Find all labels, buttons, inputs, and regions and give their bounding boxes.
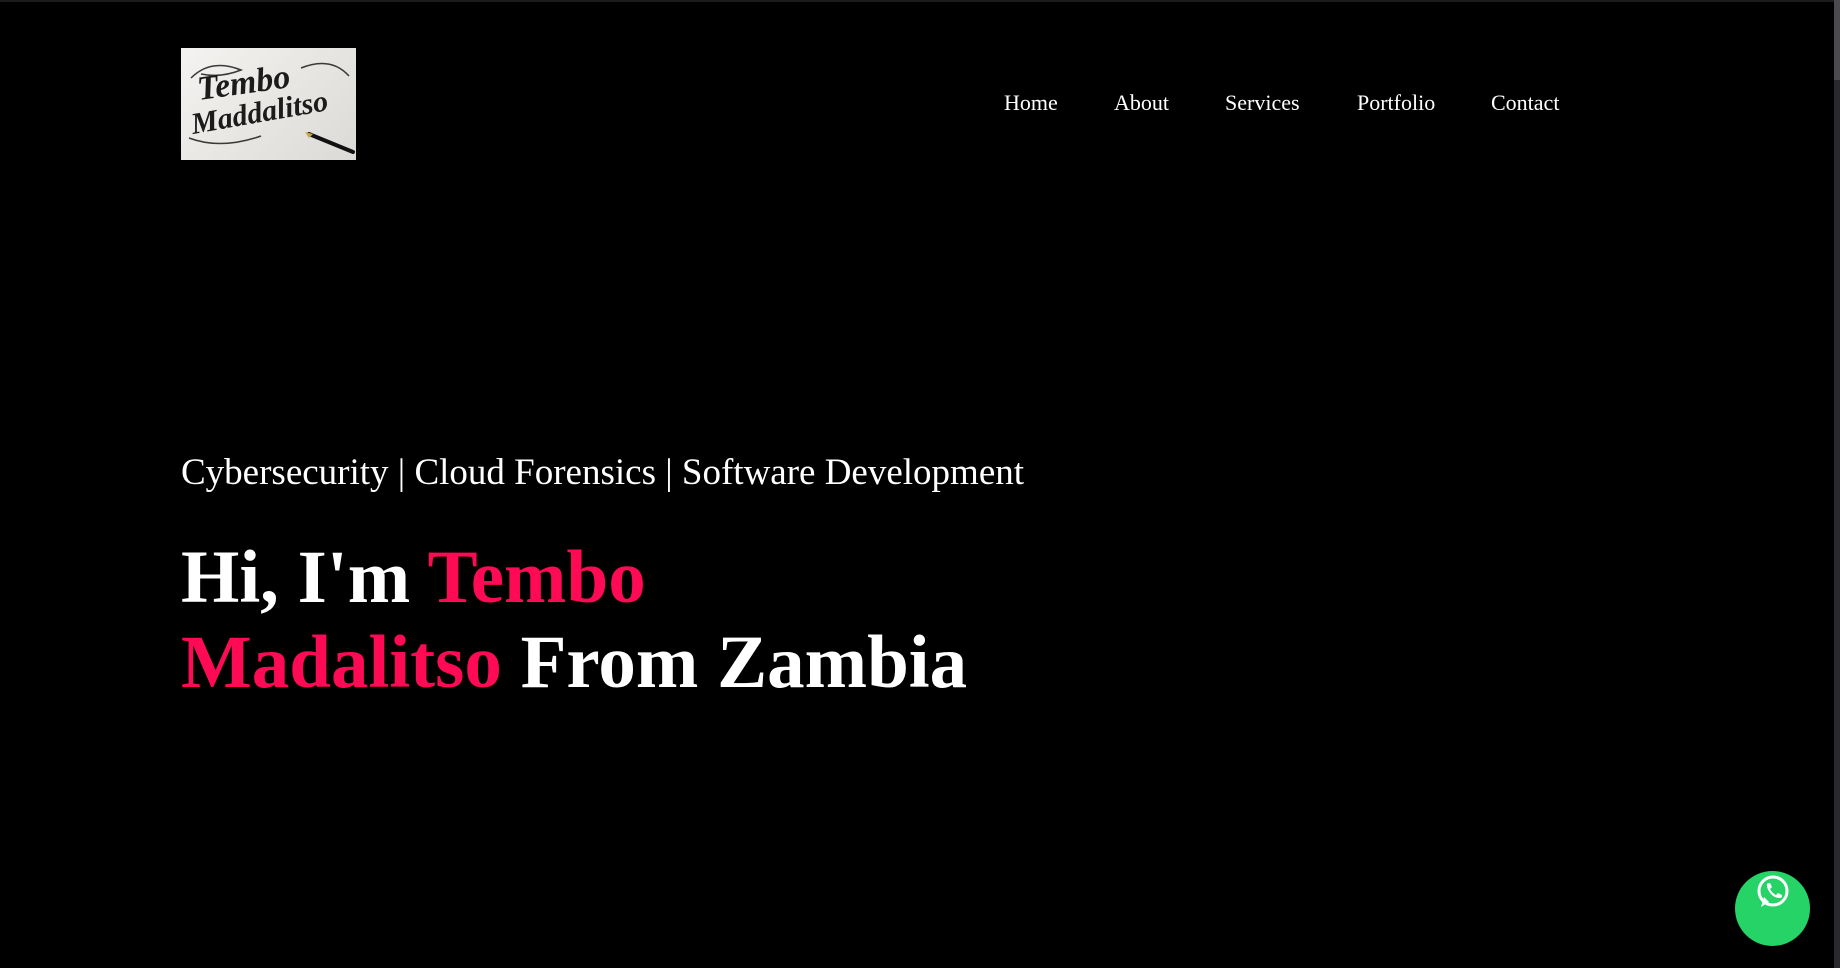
logo-image: Tembo Maddalitso xyxy=(188,58,355,154)
hero-suffix: From Zambia xyxy=(501,621,968,704)
nav-home-link[interactable]: Home xyxy=(1004,88,1058,118)
nav-about-link[interactable]: About xyxy=(1114,88,1169,118)
site-logo[interactable]: Tembo Maddalitso xyxy=(181,48,356,160)
scrollbar-thumb[interactable] xyxy=(1834,0,1840,80)
hero-tagline: Cybersecurity | Cloud Forensics | Softwa… xyxy=(181,452,1025,493)
nav-services-link[interactable]: Services xyxy=(1225,88,1300,118)
nav-contact-link[interactable]: Contact xyxy=(1491,88,1559,118)
hero-heading: Hi, I'm Tembo Madalitso From Zambia xyxy=(181,535,967,705)
fountain-pen-icon xyxy=(305,132,355,154)
whatsapp-button[interactable] xyxy=(1735,871,1810,946)
nav-portfolio-link[interactable]: Portfolio xyxy=(1357,88,1435,118)
scrollbar[interactable] xyxy=(1834,0,1840,968)
page: Tembo Maddalitso Home About Services Por… xyxy=(0,0,1840,968)
whatsapp-icon xyxy=(1757,875,1789,907)
top-border xyxy=(0,0,1840,2)
hero-greeting: Hi, I'm xyxy=(181,536,428,619)
hero-first-name: Tembo xyxy=(427,536,646,619)
hero-last-name: Madalitso xyxy=(181,621,502,704)
